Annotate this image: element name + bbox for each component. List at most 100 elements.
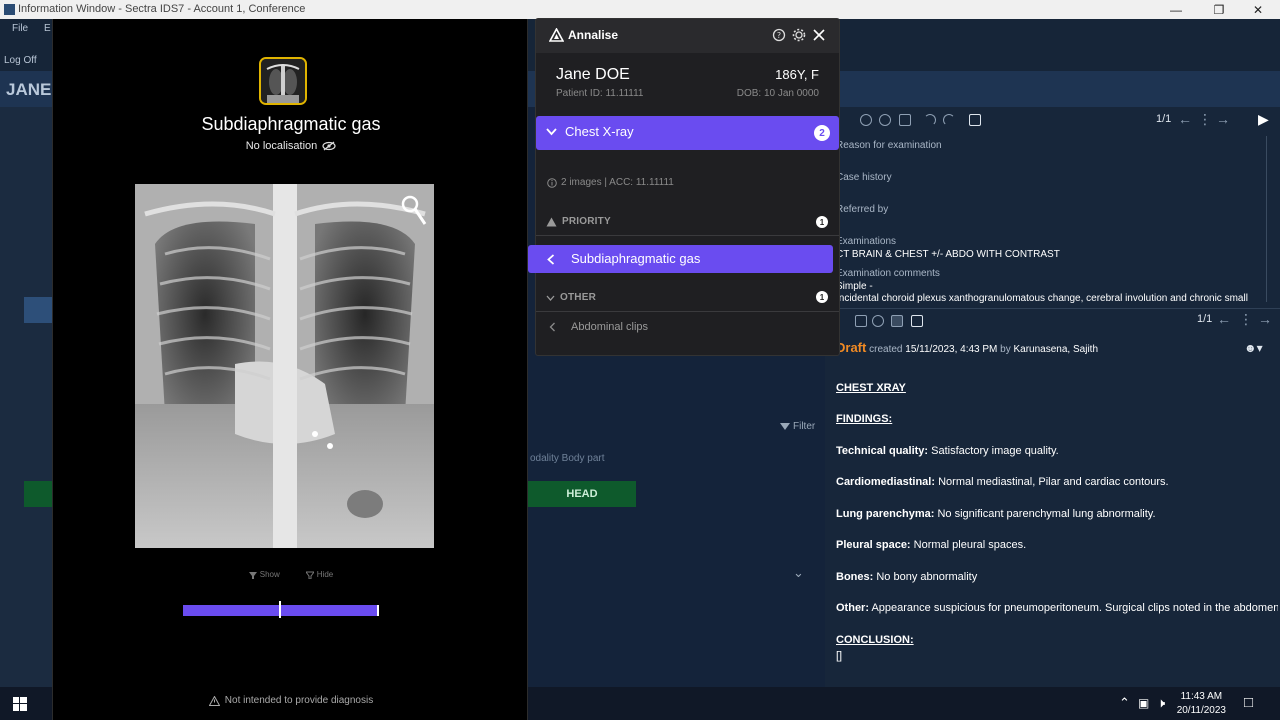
line-text: Normal mediastinal, Pilar and cardiac co… [938,476,1169,488]
line-text: Appearance suspicious for pneumoperitone… [871,602,1278,614]
report-next-icon[interactable]: → [1258,311,1272,327]
divider [825,308,1280,309]
add-user-icon[interactable]: ☻▾ [1244,341,1263,355]
report-prev-icon[interactable]: ← [1217,311,1231,327]
localisation-status: No localisation [53,140,529,152]
copy-icon[interactable] [855,315,867,327]
warning-icon [546,217,557,226]
finding-viewer: Subdiaphragmatic gas No localisation Sho… [52,19,528,720]
finding-item-abdominal-clips[interactable]: Abdominal clips [571,321,648,333]
left-panel-green-item[interactable] [24,481,52,507]
head-button[interactable]: HEAD [528,481,636,507]
annalise-brand: Annalise [568,28,619,42]
windows-start-icon[interactable] [13,697,27,711]
show-icon [248,571,257,579]
exam-comments-line2: Incidental choroid plexus xanthogranulom… [836,293,1248,304]
hide-overlay-button[interactable]: Hide [305,570,334,579]
image-slider-end [377,605,379,616]
patient-dob: DOB: 10 Jan 0000 [736,88,819,99]
zoom-out-icon[interactable] [879,114,891,126]
annalise-logo-icon [549,28,564,42]
taskbar-clock[interactable]: 11:43 AM 20/11/2023 [1177,690,1226,718]
line-label: Other: [836,602,869,614]
volume-icon[interactable]: 🕨 [1157,695,1165,711]
conclusion-text[interactable]: [] [836,650,842,662]
next-arrow-icon[interactable]: → [1216,111,1230,127]
info-scrollbar[interactable] [1266,136,1272,302]
chevron-down-icon[interactable]: ⌄ [793,565,804,581]
close-icon[interactable] [812,28,826,42]
pager-top: 1/1 [1156,113,1172,125]
app-icon [4,4,15,15]
line-label: Pleural space: [836,539,911,551]
study-thumbnail[interactable] [259,57,307,105]
patient-name-background: JANE [6,80,52,99]
network-icon[interactable]: ▣ [1138,696,1149,710]
finding-title: Subdiaphragmatic gas [201,114,381,134]
logoff-button[interactable]: Log Off [4,55,37,66]
filter-label: Filter [793,421,816,432]
examinations-label: Examinations [836,236,897,247]
divider [536,235,839,236]
menu-file[interactable]: File [12,23,28,34]
reason-label: Reason for examination [836,140,942,151]
warning-icon [208,695,220,706]
disclaimer: Not intended to provide diagnosis [53,695,529,706]
settings-gear-icon[interactable] [792,28,806,42]
other-section-header: OTHER [546,292,596,303]
show-label: Show [259,570,280,579]
line-text: Satisfactory image quality. [931,445,1059,457]
finding-item-subdiaphragmatic-gas[interactable]: Subdiaphragmatic gas [528,245,833,273]
menu-edit[interactable]: E [44,23,51,34]
hide-icon [305,571,314,579]
left-panel-selected-item[interactable] [24,297,52,323]
report-more-icon[interactable]: ⋮ [1239,311,1253,328]
study-selector[interactable]: Chest X-ray 2 [536,116,839,150]
patient-name: Jane DOE [556,66,630,83]
case-history-label: Case history [836,172,892,183]
study-label: Chest X-ray [565,124,634,139]
print-icon[interactable] [911,315,923,327]
chest-xray-image[interactable] [135,184,434,548]
line-label: Cardiomediastinal: [836,476,936,488]
overlay-toggle: Show Hide [53,570,529,579]
hide-label: Hide [316,570,334,579]
chevron-left-icon [547,254,555,265]
image-slider-track[interactable] [183,605,379,616]
rotate-left-icon[interactable] [924,114,936,126]
rotate-right-icon[interactable] [943,114,955,126]
expand-right-icon[interactable]: ▶ [1258,111,1269,128]
fit-icon[interactable] [899,114,911,126]
prev-arrow-icon[interactable]: ← [1178,111,1192,127]
conclusion-heading: CONCLUSION: [836,634,914,646]
created-at: 15/11/2023, 4:43 PM [905,344,998,355]
localisation-label: No localisation [245,140,318,152]
exam-comments-value: Simple - [836,281,873,292]
report-author: Karunasena, Sajith [1013,344,1099,355]
show-overlay-button[interactable]: Show [248,570,280,579]
other-count-badge: 1 [816,291,828,303]
more-icon[interactable]: ⋮ [1198,111,1212,128]
comment-icon[interactable] [891,315,903,327]
study-meta-text: 2 images | ACC: 11.11111 [561,177,674,188]
restore-button[interactable]: ❐ [1201,0,1237,19]
filter-button[interactable]: Filter [780,421,815,432]
image-slider-handle[interactable] [279,601,281,618]
report-line-technical: Technical quality: Satisfactory image qu… [836,445,1059,457]
help-icon[interactable]: ? [772,28,786,42]
other-label: OTHER [560,292,596,303]
zoom-in-icon[interactable] [860,114,872,126]
delete-icon[interactable] [872,315,884,327]
finding-label: Subdiaphragmatic gas [571,251,701,266]
external-link-icon[interactable] [969,114,981,126]
line-label: Bones: [836,571,874,583]
close-window-button[interactable]: ✕ [1240,0,1276,19]
minimize-button[interactable]: — [1158,0,1194,19]
divider [536,311,839,312]
priority-section-header: PRIORITY [546,216,611,227]
line-label: Technical quality: [836,445,929,457]
notification-icon[interactable]: □ [1244,694,1253,711]
line-text: No significant parenchymal lung abnormal… [937,508,1156,520]
tray-chevron-icon[interactable]: ⌃ [1119,695,1130,711]
magnifier-icon[interactable] [400,192,428,228]
